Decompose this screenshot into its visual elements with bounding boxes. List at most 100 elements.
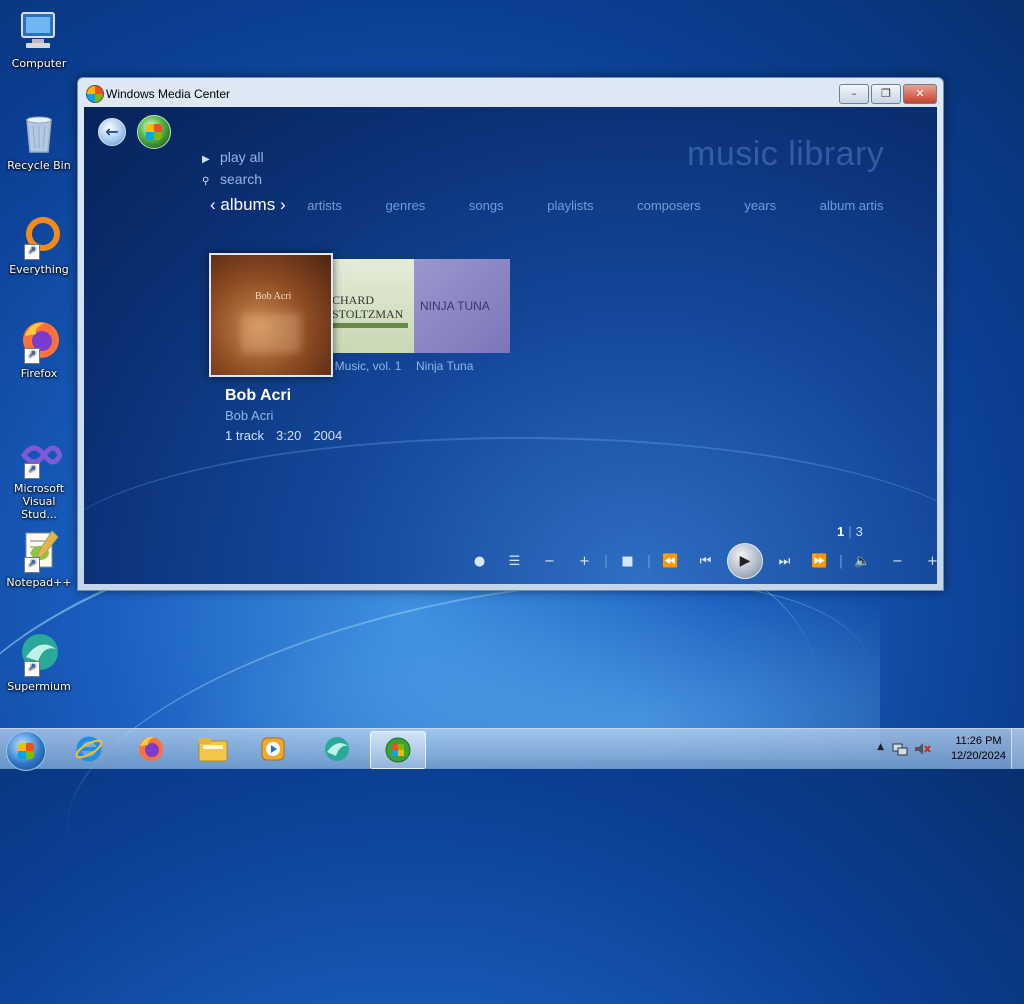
- separator: |: [646, 553, 652, 569]
- desktop-icon-recycle-bin[interactable]: Recycle Bin: [4, 110, 74, 172]
- taskbar-internet-explorer[interactable]: [62, 731, 116, 767]
- supermium-icon: [325, 737, 349, 761]
- pivot-genres[interactable]: genres: [386, 198, 426, 213]
- shortcut-arrow-icon: ↗: [24, 557, 40, 573]
- desktop-icon-label: Firefox: [20, 367, 58, 380]
- windows-logo-icon: [146, 124, 162, 140]
- visual-studio-icon: ↗: [16, 433, 63, 479]
- start-button[interactable]: [6, 731, 46, 771]
- album-meta: 1 track 3:20 2004: [225, 428, 354, 443]
- desktop-icon-label: Notepad++: [6, 576, 72, 589]
- desktop-icon-label: Supermium: [7, 680, 71, 693]
- pivot-album-artists[interactable]: album artis: [820, 198, 884, 213]
- year: 2004: [313, 428, 343, 443]
- pivot-years[interactable]: years: [744, 198, 776, 213]
- play-all-link[interactable]: ▶ play all: [202, 149, 264, 165]
- desktop-icon-firefox[interactable]: ↗ Firefox: [4, 318, 74, 380]
- clock[interactable]: 11:26 PM 12/20/2024: [951, 734, 1006, 764]
- channel-down-button[interactable]: −: [532, 554, 567, 569]
- notepadpp-icon: ↗: [16, 527, 62, 573]
- volume-down-button[interactable]: −: [880, 554, 915, 569]
- taskbar-media-player[interactable]: [246, 731, 300, 767]
- album-artist: Bob Acri: [225, 408, 274, 423]
- media-center-icon: [86, 85, 104, 103]
- desktop-icon-notepadpp[interactable]: ↗ Notepad++: [4, 527, 74, 589]
- mute-button[interactable]: 🔈: [845, 554, 880, 569]
- pivot-active-albums[interactable]: ‹ albums ›: [210, 195, 286, 214]
- minimize-button[interactable]: –: [839, 84, 869, 104]
- pivot-songs[interactable]: songs: [469, 198, 504, 213]
- cover-text: CHARD: [332, 293, 375, 307]
- volume-muted-icon[interactable]: [914, 741, 932, 757]
- album-cover: Bob Acri: [209, 253, 333, 377]
- rewind-button[interactable]: ⏪: [653, 554, 688, 569]
- network-icon[interactable]: [892, 741, 908, 757]
- taskbar-supermium[interactable]: [310, 731, 364, 767]
- taskbar: ▲ 11:26 PM 12/20/2024: [0, 728, 1024, 771]
- desktop-icon-label: Everything: [9, 263, 69, 276]
- pivot-artists[interactable]: artists: [307, 198, 342, 213]
- taskbar-explorer[interactable]: [186, 731, 240, 767]
- firefox-icon: ↗: [16, 318, 62, 364]
- shortcut-arrow-icon: ↗: [24, 661, 40, 677]
- desktop-icon-supermium[interactable]: ↗ Supermium: [4, 631, 74, 693]
- clock-time: 11:26 PM: [955, 735, 1002, 747]
- album-cover: NINJA TUNA: [414, 259, 510, 353]
- cover-text: STOLTZMAN: [332, 307, 404, 321]
- stop-button[interactable]: ■: [610, 554, 645, 569]
- separator: |: [838, 553, 844, 569]
- channel-up-button[interactable]: +: [567, 554, 602, 569]
- guide-button[interactable]: ☰: [497, 554, 532, 569]
- folder-icon: [198, 738, 228, 762]
- search-icon: ⚲: [202, 176, 210, 187]
- taskbar-firefox[interactable]: [124, 731, 178, 767]
- back-button[interactable]: ←: [98, 118, 126, 146]
- play-icon: ▶: [202, 154, 210, 165]
- previous-button[interactable]: ⏮: [688, 554, 723, 569]
- cover-text: NINJA TUNA: [420, 299, 490, 313]
- windows-logo-icon: [18, 743, 34, 759]
- shortcut-arrow-icon: ↗: [24, 244, 40, 260]
- duration: 3:20: [276, 428, 302, 443]
- cover-text: Bob Acri: [255, 291, 292, 302]
- pivot-playlists[interactable]: playlists: [547, 198, 593, 213]
- media-player-icon: [261, 737, 285, 761]
- play-button[interactable]: ▶: [727, 543, 763, 579]
- show-desktop-button[interactable]: [1011, 729, 1024, 769]
- window-title: Windows Media Center: [106, 87, 231, 101]
- restore-button[interactable]: ❐: [871, 84, 901, 104]
- wmc-start-button[interactable]: [137, 115, 171, 149]
- album-details: Bob Acri Bob Acri 1 track 3:20 2004: [225, 387, 354, 443]
- pivot-next-icon: ›: [279, 195, 286, 214]
- fast-forward-button[interactable]: ⏩: [802, 554, 837, 569]
- desktop-icon-visual-studio[interactable]: ↗ Microsoft Visual Stud...: [4, 433, 74, 521]
- media-center-window: Windows Media Center – ❐ ✕ ← music libra…: [77, 77, 944, 591]
- record-button[interactable]: ●: [462, 554, 497, 569]
- desktop-icon-computer[interactable]: Computer: [4, 8, 74, 70]
- show-hidden-icons-button[interactable]: ▲: [877, 742, 884, 752]
- taskbar-media-center[interactable]: [370, 731, 426, 769]
- shortcut-arrow-icon: ↗: [24, 463, 40, 479]
- transport-controls: ● ☰ − + | ■ | ⏪ ⏮ ▶ ⏭ ⏩ | 🔈 − +: [462, 543, 937, 579]
- internet-explorer-icon: [75, 736, 103, 762]
- next-button[interactable]: ⏭: [767, 554, 802, 569]
- pivot-composers[interactable]: composers: [637, 198, 701, 213]
- title-bar[interactable]: Windows Media Center – ❐ ✕: [78, 78, 943, 108]
- play-all-label: play all: [220, 149, 264, 165]
- pivot-prev-icon: ‹: [210, 195, 216, 214]
- supermium-icon: ↗: [16, 631, 62, 677]
- everything-icon: ↗: [16, 214, 62, 260]
- volume-up-button[interactable]: +: [915, 554, 937, 569]
- shortcut-arrow-icon: ↗: [24, 348, 40, 364]
- desktop-icon-everything[interactable]: ↗ Everything: [4, 214, 74, 276]
- album-cover: CHARD STOLTZMAN: [328, 259, 414, 353]
- recycle-bin-icon: [16, 110, 62, 156]
- close-button[interactable]: ✕: [903, 84, 937, 104]
- search-label: search: [220, 171, 263, 187]
- page-indicator: 1 | 3: [837, 524, 863, 539]
- media-center-icon: [385, 737, 411, 763]
- separator: |: [603, 553, 609, 569]
- desktop-icon-label: Recycle Bin: [7, 159, 71, 172]
- search-link[interactable]: ⚲ search: [202, 171, 262, 187]
- pivot-bar: ‹ albums › artists genres songs playlist…: [210, 195, 923, 215]
